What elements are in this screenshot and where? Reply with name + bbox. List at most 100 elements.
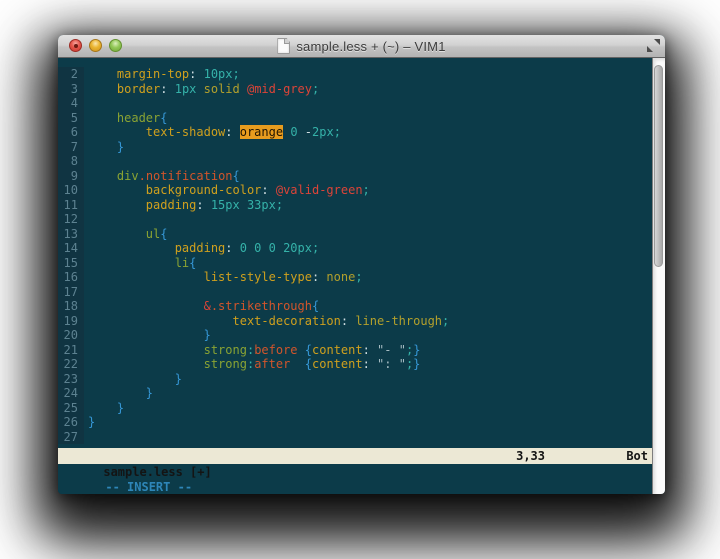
code-line[interactable]: 2 margin-top: 10px;: [58, 67, 652, 82]
code-token: [88, 401, 117, 415]
code-token: [88, 82, 117, 96]
code-token: }: [413, 343, 420, 357]
code-line[interactable]: 9 div.notification{: [58, 169, 652, 184]
code-token: }: [117, 401, 124, 415]
code-line[interactable]: 8: [58, 154, 652, 169]
line-number: 8: [58, 154, 84, 169]
code-line-text: [84, 154, 652, 169]
code-token: ;: [442, 314, 449, 328]
code-line-text: padding: 15px 33px;: [84, 198, 652, 213]
code-line[interactable]: 25 }: [58, 401, 652, 416]
code-line[interactable]: 3 border: 1px solid @mid-grey;: [58, 82, 652, 97]
code-token: padding: [175, 241, 226, 255]
code-line-text: list-style-type: none;: [84, 270, 652, 285]
scrollbar[interactable]: [652, 58, 665, 494]
line-number: 6: [58, 125, 84, 140]
code-line-text: padding: 0 0 0 20px;: [84, 241, 652, 256]
code-line[interactable]: 21 strong:before {content: "- ";}: [58, 343, 652, 358]
code-line-text: header{: [84, 111, 652, 126]
code-token: none: [326, 270, 355, 284]
line-number: 7: [58, 140, 84, 155]
code-token: content: [312, 357, 363, 371]
code-line-text: }: [84, 328, 652, 343]
code-line-text: }: [84, 401, 652, 416]
code-line[interactable]: 27: [58, 430, 652, 445]
code-line[interactable]: 14 padding: 0 0 0 20px;: [58, 241, 652, 256]
code-line[interactable]: 15 li{: [58, 256, 652, 271]
modified-dot-icon: [74, 44, 78, 48]
code-token: [88, 111, 117, 125]
code-line[interactable]: 10 background-color: @valid-green;: [58, 183, 652, 198]
code-token: :: [196, 198, 210, 212]
code-token: 0: [290, 125, 297, 139]
mode-indicator: -- INSERT --: [105, 480, 192, 494]
code-token: [88, 357, 204, 371]
code-token: after: [254, 357, 290, 371]
code-line-text: }: [84, 372, 652, 387]
line-number: 26: [58, 415, 84, 430]
code-line[interactable]: 23 }: [58, 372, 652, 387]
code-token: :: [363, 357, 377, 371]
code-token: padding: [146, 198, 197, 212]
code-line[interactable]: 6 text-shadow: orange 0 -2px;: [58, 125, 652, 140]
line-number: 21: [58, 343, 84, 358]
desktop-background: { "window": { "title": "sample.less + (~…: [0, 0, 720, 559]
scrollbar-thumb[interactable]: [654, 65, 663, 267]
code-token: ;: [312, 82, 319, 96]
code-line-text: }: [84, 415, 652, 430]
code-token: {: [305, 343, 312, 357]
window-titlebar[interactable]: sample.less + (~) – VIM1: [58, 35, 665, 58]
code-token: }: [413, 357, 420, 371]
title-container: sample.less + (~) – VIM1: [58, 35, 665, 57]
line-number: 2: [58, 67, 84, 82]
zoom-button[interactable]: [109, 39, 122, 52]
code-token: text-shadow: [146, 125, 225, 139]
code-token: :: [160, 82, 174, 96]
code-token: solid: [204, 82, 240, 96]
code-line-text: &.strikethrough{: [84, 299, 652, 314]
code-line[interactable]: 26}: [58, 415, 652, 430]
minimize-button[interactable]: [89, 39, 102, 52]
code-token: [88, 169, 117, 183]
code-token: [88, 67, 117, 81]
code-token: strong: [204, 343, 247, 357]
code-line[interactable]: 18 &.strikethrough{: [58, 299, 652, 314]
code-token: :: [363, 343, 377, 357]
code-token: [298, 343, 305, 357]
code-token: [88, 183, 146, 197]
code-token: :: [189, 67, 203, 81]
line-number: 9: [58, 169, 84, 184]
statusline-ruler: 3,33: [516, 448, 545, 464]
code-line[interactable]: 13 ul{: [58, 227, 652, 242]
code-line-text: text-shadow: orange 0 -2px;: [84, 125, 652, 140]
code-line[interactable]: 20 }: [58, 328, 652, 343]
code-line[interactable]: 19 text-decoration: line-through;: [58, 314, 652, 329]
code-token: ": ": [377, 357, 406, 371]
code-line[interactable]: 4: [58, 96, 652, 111]
code-token: [88, 372, 175, 386]
fullscreen-icon[interactable]: [647, 39, 660, 52]
code-line[interactable]: 22 strong:after {content: ": ";}: [58, 357, 652, 372]
code-line[interactable]: 24 }: [58, 386, 652, 401]
code-line-text: div.notification{: [84, 169, 652, 184]
code-token: orange: [240, 125, 283, 139]
line-number: 14: [58, 241, 84, 256]
code-token: {: [233, 169, 240, 183]
code-line[interactable]: 5 header{: [58, 111, 652, 126]
close-button[interactable]: [69, 39, 82, 52]
code-line[interactable]: 17: [58, 285, 652, 300]
code-token: margin-top: [117, 67, 189, 81]
code-editor[interactable]: 2 margin-top: 10px;3 border: 1px solid @…: [58, 58, 652, 444]
code-token: &: [204, 299, 211, 313]
code-line[interactable]: 7 }: [58, 140, 652, 155]
code-line[interactable]: 16 list-style-type: none;: [58, 270, 652, 285]
code-line-text: [84, 212, 652, 227]
code-line[interactable]: 11 padding: 15px 33px;: [58, 198, 652, 213]
vim-statusline: sample.less [+] 3,33 Bot: [58, 448, 652, 464]
code-token: }: [175, 372, 182, 386]
statusline-scroll-position: Bot: [626, 448, 648, 464]
line-number: 20: [58, 328, 84, 343]
code-line[interactable]: 12: [58, 212, 652, 227]
code-token: ;: [355, 270, 362, 284]
code-token: background-color: [146, 183, 262, 197]
